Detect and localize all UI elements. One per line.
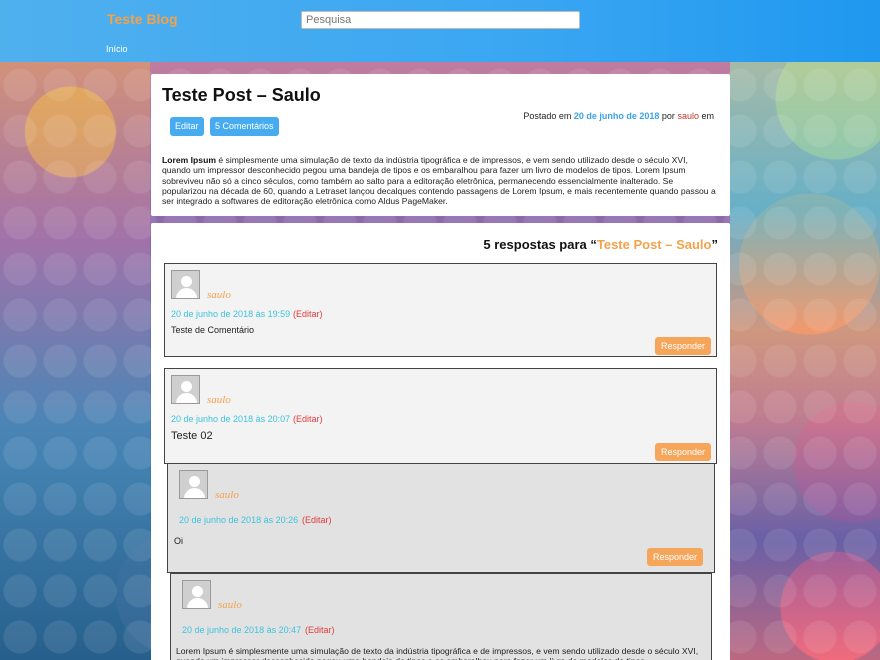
- avatar-head-shape: [181, 381, 192, 392]
- comment: saulo 20 de junho de 2018 às 20:07 (Edit…: [164, 368, 717, 464]
- comment-text: Lorem Ipsum é simplesmente uma simulação…: [176, 646, 699, 660]
- reply-button[interactable]: Responder: [654, 443, 711, 461]
- comment-author[interactable]: saulo: [207, 289, 231, 301]
- comment-edit-link[interactable]: (Editar): [293, 414, 323, 424]
- post-body: Lorem Ipsum é simplesmente uma simulação…: [162, 155, 717, 206]
- comment: saulo 20 de junho de 2018 às 19:59 (Edit…: [164, 263, 717, 357]
- comment-author[interactable]: saulo: [215, 489, 239, 501]
- avatar-head-shape: [192, 586, 203, 597]
- avatar: [179, 470, 208, 499]
- comment-edit-link[interactable]: (Editar): [302, 515, 332, 525]
- comment-reply: saulo 20 de junho de 2018 às 20:26 (Edit…: [167, 463, 715, 573]
- comment-text: Teste 02: [171, 430, 213, 442]
- avatar-body-shape: [176, 393, 197, 403]
- comments-heading-suffix: ”: [711, 237, 719, 252]
- reply-button[interactable]: Responder: [654, 337, 711, 355]
- post-date-link[interactable]: 20 de junho de 2018: [574, 111, 660, 121]
- comment-author[interactable]: saulo: [218, 599, 242, 611]
- comments-section: 5 respostas para “Teste Post – Saulo” sa…: [151, 223, 730, 660]
- post-meta: Postado em 20 de junho de 2018 por saulo…: [523, 111, 714, 121]
- post-body-text: é simplesmente uma simulação de texto da…: [162, 155, 716, 207]
- meta-in: em: [701, 111, 714, 121]
- comments-heading: 5 respostas para “Teste Post – Saulo”: [483, 237, 718, 252]
- search-input[interactable]: [301, 11, 580, 29]
- avatar-body-shape: [184, 488, 205, 498]
- comment-date[interactable]: 20 de junho de 2018 às 19:59: [171, 309, 290, 319]
- avatar-head-shape: [189, 476, 200, 487]
- post-title: Teste Post – Saulo: [162, 85, 321, 105]
- nav-link-home[interactable]: Início: [106, 44, 128, 54]
- avatar-body-shape: [176, 288, 197, 298]
- avatar: [171, 375, 200, 404]
- meta-by: por: [661, 111, 675, 121]
- post-author-link[interactable]: saulo: [677, 111, 699, 121]
- comment-date[interactable]: 20 de junho de 2018 às 20:47: [182, 625, 301, 635]
- comment-edit-link[interactable]: (Editar): [293, 309, 323, 319]
- post-card: Teste Post – Saulo Editar 5 Comentários …: [151, 74, 730, 216]
- comment-text: Oi: [174, 536, 183, 546]
- meta-prefix: Postado em: [523, 111, 572, 121]
- top-navbar: Teste Blog Início: [0, 0, 880, 62]
- comment-date[interactable]: 20 de junho de 2018 às 20:07: [171, 414, 290, 424]
- reply-button[interactable]: Responder: [646, 548, 703, 566]
- comments-count-button[interactable]: 5 Comentários: [210, 117, 279, 136]
- comment-edit-link[interactable]: (Editar): [305, 625, 335, 635]
- comment-date[interactable]: 20 de junho de 2018 às 20:26: [179, 515, 298, 525]
- comment-reply: saulo 20 de junho de 2018 às 20:47 (Edit…: [170, 573, 712, 660]
- site-brand[interactable]: Teste Blog: [107, 11, 178, 27]
- comments-heading-post-link[interactable]: Teste Post – Saulo: [597, 237, 712, 252]
- avatar: [171, 270, 200, 299]
- comment-text: Teste de Comentário: [171, 325, 255, 335]
- post-body-strong: Lorem Ipsum: [162, 155, 216, 165]
- avatar: [182, 580, 211, 609]
- comment-author[interactable]: saulo: [207, 394, 231, 406]
- comments-heading-prefix: 5 respostas para “: [483, 237, 597, 252]
- avatar-body-shape: [187, 598, 208, 608]
- edit-post-button[interactable]: Editar: [170, 117, 204, 136]
- avatar-head-shape: [181, 276, 192, 287]
